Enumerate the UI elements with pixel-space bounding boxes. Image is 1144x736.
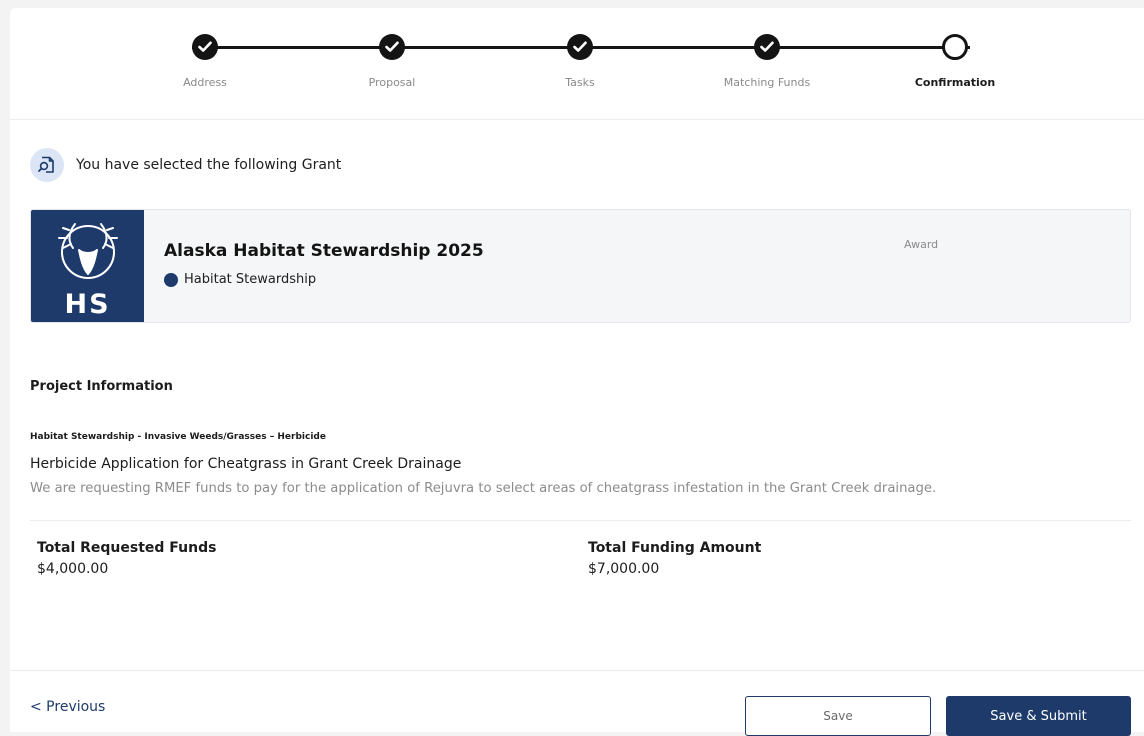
total-requested-funds-value: $4,000.00: [37, 561, 109, 577]
total-funding-amount: Total Funding Amount $7,000.00: [588, 540, 761, 577]
footer-divider: [10, 670, 1144, 671]
save-button[interactable]: Save: [745, 696, 931, 736]
step-label-confirmation: Confirmation: [914, 76, 996, 89]
grant-category-label: Habitat Stewardship: [184, 272, 317, 287]
step-1-check-icon: [192, 34, 218, 60]
grant-logo-text: HS: [64, 289, 110, 320]
project-description: We are requesting RMEF funds to pay for …: [30, 481, 937, 496]
project-title: Herbicide Application for Cheatgrass in …: [30, 456, 462, 472]
grant-card: HS Alaska Habitat Stewardship 2025 Habit…: [30, 209, 1131, 323]
selected-grant-text: You have selected the following Grant: [76, 157, 342, 173]
category-dot-icon: [164, 272, 178, 287]
total-funding-amount-value: $7,000.00: [588, 561, 660, 577]
step-4-check-icon: [754, 34, 780, 60]
step-2-check-icon: [379, 34, 405, 60]
grant-category: Habitat Stewardship: [164, 272, 316, 287]
application-card: Address Proposal Tasks Matching Funds Co…: [10, 8, 1144, 736]
total-requested-funds-label: Total Requested Funds: [37, 540, 217, 556]
previous-link[interactable]: < Previous: [30, 699, 105, 715]
section-divider: [30, 520, 1131, 521]
award-label: Award: [904, 238, 939, 251]
grant-logo: HS: [31, 210, 144, 322]
step-label-matching-funds: Matching Funds: [723, 76, 811, 89]
project-category: Habitat Stewardship - Invasive Weeds/Gra…: [30, 432, 326, 442]
step-5-current-circle-icon: [942, 34, 968, 60]
save-and-submit-button[interactable]: Save & Submit: [946, 696, 1131, 736]
project-information-heading: Project Information: [30, 379, 173, 394]
progress-stepper: Address Proposal Tasks Matching Funds Co…: [10, 8, 1144, 120]
selected-grant-header: You have selected the following Grant: [30, 148, 341, 182]
step-3-check-icon: [567, 34, 593, 60]
grant-title: Alaska Habitat Stewardship 2025: [164, 241, 484, 261]
total-funding-amount-label: Total Funding Amount: [588, 540, 762, 556]
step-label-tasks: Tasks: [565, 76, 595, 89]
total-requested-funds: Total Requested Funds $4,000.00: [37, 540, 216, 577]
step-label-proposal: Proposal: [368, 76, 416, 89]
document-search-icon: [30, 148, 64, 182]
step-label-address: Address: [183, 76, 227, 89]
elk-head-icon: HS: [58, 223, 118, 320]
